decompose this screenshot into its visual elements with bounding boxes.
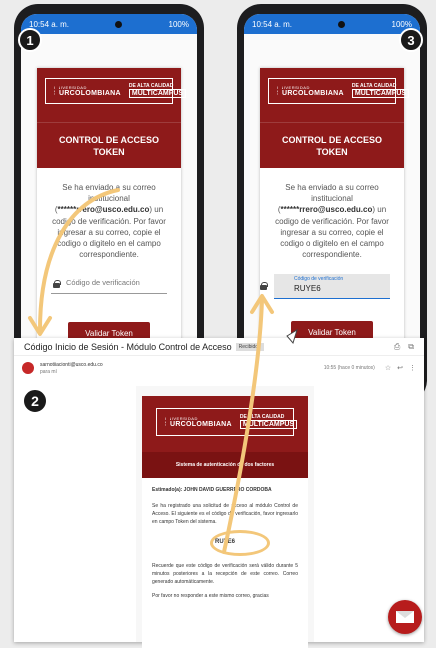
recipient-label[interactable]: para mí [40,369,103,375]
instruction-text: Se ha enviado a su correo institucional … [52,183,166,260]
email-paragraph-1: Se ha registrado una solicitud de acceso… [152,503,298,525]
sender-address: sarnotiiacionti@usco.edu.co [40,361,103,368]
phone-screen: 10:54 a. m. 100% UNIVERSIDAD SURCOLOMBIA… [21,14,197,390]
email-content: Estimado(a): JOHN DAVID GUERRERO CORDOBA… [142,478,308,648]
step-badge-1: 1 [18,28,42,52]
reply-icon[interactable]: ↩ [397,364,403,372]
card-header: UNIVERSIDAD SURCOLOMBIANA DE ALTA CALIDA… [37,68,187,122]
card-title: CONTROL DE ACCESO TOKEN [260,122,404,168]
logo-multi-text: MULTICAMPUS [128,89,187,98]
status-time: 10:54 a. m. [29,19,70,29]
status-time: 10:54 a. m. [252,19,293,29]
step-badge-3: 3 [399,28,423,52]
phone-screen: 10:54 a. m. 100% UNIVERSIDAD SURCOLOMBIA… [244,14,420,390]
logo-multi-text: MULTICAMPUS [351,89,410,98]
token-highlight-circle [210,530,270,556]
camera-icon [115,20,123,28]
email-paragraph-3: Por favor no responder a este mismo corr… [152,592,269,599]
title-line-1: CONTROL DE ACCESO [58,134,159,145]
card-header: UNIVERSIDAD SURCOLOMBIANA DE ALTA CALIDA… [260,68,410,122]
card-body: Se ha enviado a su correo institucional … [37,168,181,345]
email-subject-row: Código Inicio de Sesión - Módulo Control… [14,338,424,356]
star-icon[interactable]: ☆ [385,364,391,372]
title-line-1: CONTROL DE ACCESO [281,134,382,145]
masked-email: ******rrero@usco.edu.co [57,205,150,215]
email-greeting: Estimado(a): JOHN DAVID GUERRERO CORDOBA [152,487,272,493]
card-title: CONTROL DE ACCESO TOKEN [37,122,181,168]
inbox-tag[interactable]: Recibidos [235,342,264,351]
email-sender-row: sarnotiiacionti@usco.edu.co para mí 10:5… [14,356,424,380]
university-logo: UNIVERSIDAD SURCOLOMBIANA DE ALTA CALIDA… [268,78,410,104]
lock-icon [53,279,61,288]
email-window: Código Inicio de Sesión - Módulo Control… [14,338,424,648]
external-link-icon[interactable]: ⧉ [408,342,414,352]
masked-email: ******rrero@usco.edu.co [280,205,373,215]
university-logo: UNIVERSIDAD SURCOLOMBIANA DE ALTA CALIDA… [156,408,298,436]
title-line-2: TOKEN [93,146,125,157]
verification-code-field[interactable]: Código de verificación [51,274,167,294]
more-icon[interactable]: ⋮ [409,364,416,372]
camera-icon [338,20,346,28]
field-label: Código de verificación [294,276,344,283]
title-line-2: TOKEN [316,146,348,157]
card-body: Se ha enviado a su correo institucional … [260,168,404,344]
status-bar: 10:54 a. m. 100% [244,14,420,34]
status-bar: 10:54 a. m. 100% [21,14,197,34]
university-logo: UNIVERSIDAD SURCOLOMBIANA DE ALTA CALIDA… [45,78,187,104]
field-placeholder: Código de verificación [66,278,140,288]
avatar [22,362,34,374]
email-time: 10:55 (hace 0 minutos) [323,365,375,371]
email-subject: Código Inicio de Sesión - Módulo Control… [24,341,232,352]
field-value: RUYE6 [294,284,321,294]
email-body: UNIVERSIDAD SURCOLOMBIANA DE ALTA CALIDA… [136,386,314,648]
email-paragraph-2: Recuerde que este código de verificación… [152,562,298,585]
logo-big-text: SURCOLOMBIANA [277,89,344,97]
step-badge-2: 2 [22,388,48,414]
email-band: Sistema de autenticación de dos factores [142,452,308,478]
verification-code-field[interactable]: Código de verificación RUYE6 [260,274,390,299]
logo-big-text: SURCOLOMBIANA [54,89,121,97]
print-icon[interactable]: ⎙ [394,342,400,352]
email-banner: UNIVERSIDAD SURCOLOMBIANA DE ALTA CALIDA… [142,396,308,452]
email-fab-button[interactable] [388,600,422,634]
status-battery: 100% [168,19,189,29]
instruction-text: Se ha enviado a su correo institucional … [275,183,389,260]
envelope-icon [396,611,414,623]
lock-icon [260,282,268,291]
